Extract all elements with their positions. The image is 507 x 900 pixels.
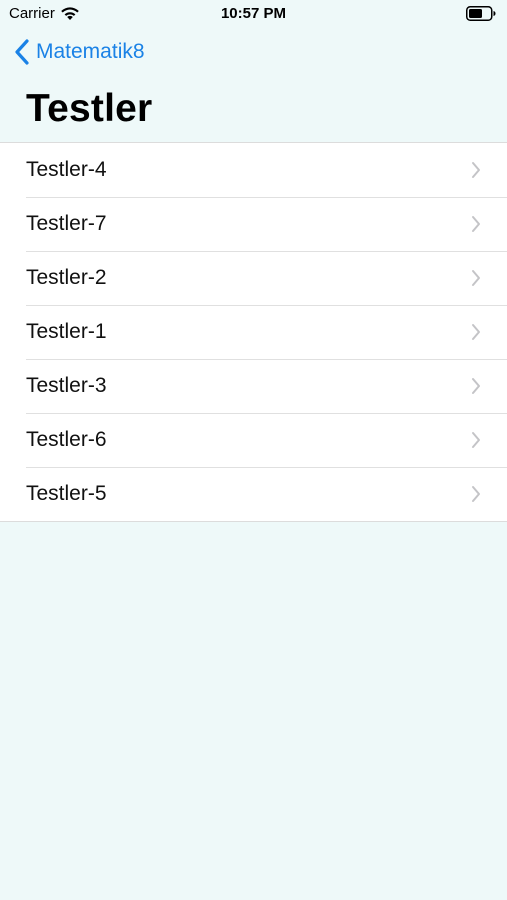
chevron-left-icon <box>14 38 32 66</box>
back-button[interactable]: Matematik8 <box>14 38 145 66</box>
page-title: Testler <box>26 87 153 130</box>
status-bar: Carrier 10:57 PM <box>0 0 507 28</box>
list-item[interactable]: Testler-4 <box>0 143 507 197</box>
list-item[interactable]: Testler-1 <box>0 305 507 359</box>
chevron-right-icon <box>472 162 480 178</box>
chevron-right-icon <box>472 216 480 232</box>
list-item-label: Testler-6 <box>26 428 107 451</box>
list-item-label: Testler-2 <box>26 266 107 289</box>
status-time: 10:57 PM <box>220 5 287 22</box>
chevron-right-icon <box>472 486 480 502</box>
list-item[interactable]: Testler-2 <box>0 251 507 305</box>
battery-icon <box>466 6 496 21</box>
list-item[interactable]: Testler-6 <box>0 413 507 467</box>
list-item-label: Testler-3 <box>26 374 107 397</box>
chevron-right-icon <box>472 378 480 394</box>
chevron-right-icon <box>472 324 480 340</box>
list-item-label: Testler-5 <box>26 482 107 505</box>
chevron-right-icon <box>472 432 480 448</box>
test-list: Testler-4 Testler-7 Testler-2 Testler-1 … <box>0 142 507 522</box>
chevron-right-icon <box>472 270 480 286</box>
list-item[interactable]: Testler-5 <box>0 467 507 521</box>
back-button-label: Matematik8 <box>36 40 145 63</box>
list-item-label: Testler-7 <box>26 212 107 235</box>
list-item-label: Testler-1 <box>26 320 107 343</box>
list-item-label: Testler-4 <box>26 158 107 181</box>
list-item[interactable]: Testler-7 <box>0 197 507 251</box>
list-item[interactable]: Testler-3 <box>0 359 507 413</box>
